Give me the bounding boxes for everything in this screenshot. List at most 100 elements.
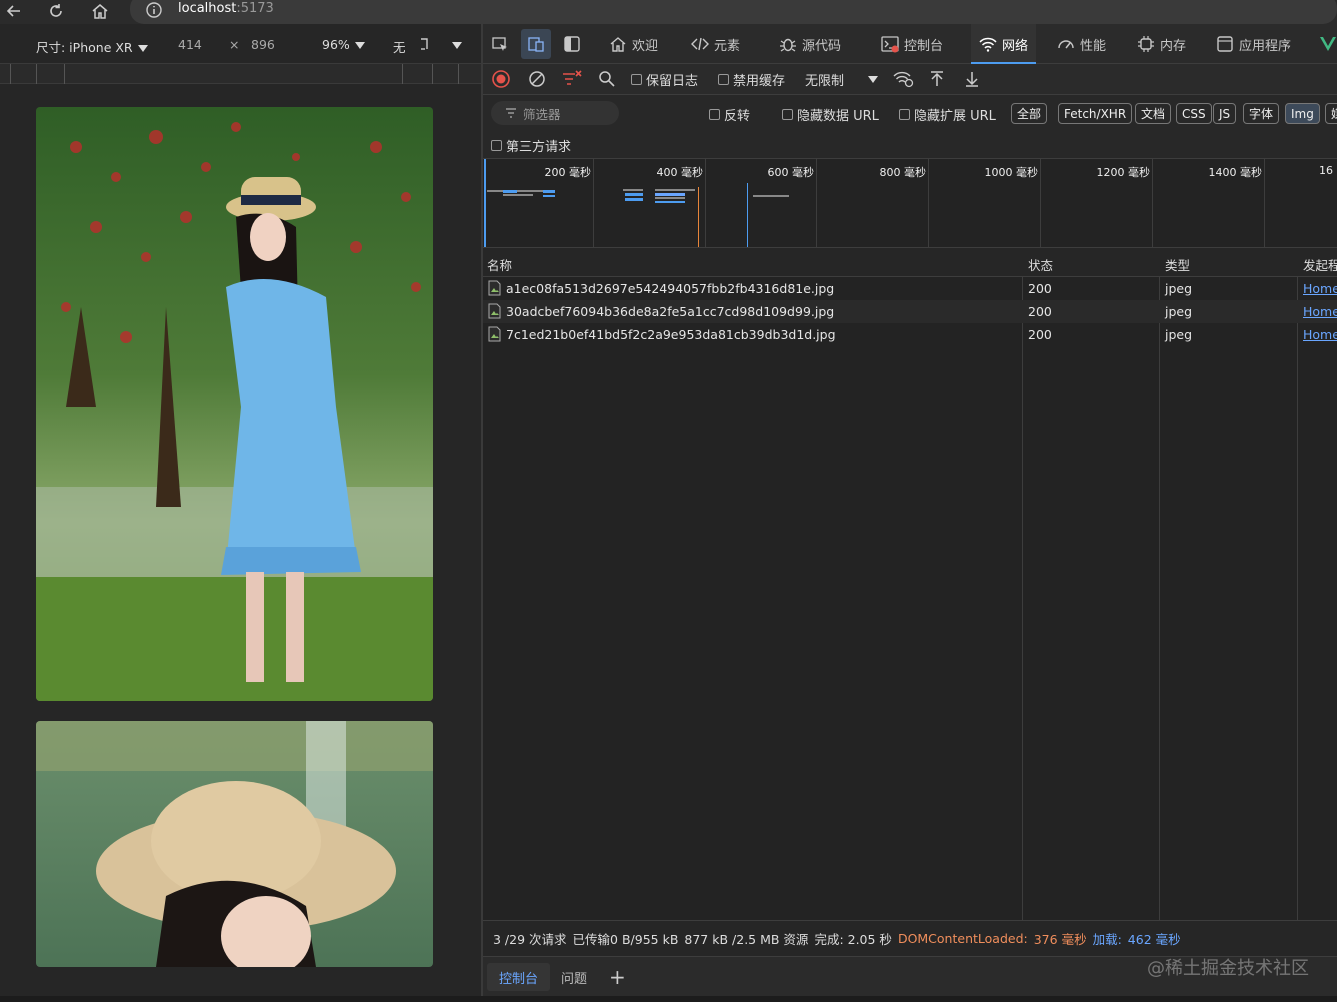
request-status: 200 bbox=[1028, 304, 1052, 319]
column-header-name[interactable]: 名称 bbox=[487, 255, 512, 274]
tab-memory[interactable]: 内存 bbox=[1137, 24, 1186, 64]
home-icon[interactable] bbox=[90, 2, 110, 20]
column-header-status[interactable]: 状态 bbox=[1028, 255, 1053, 274]
height-input[interactable]: 896 bbox=[251, 37, 275, 52]
dock-icon[interactable] bbox=[563, 24, 581, 64]
throttle-select[interactable]: 无 bbox=[393, 37, 406, 56]
reload-icon[interactable] bbox=[46, 2, 66, 20]
checkbox-box[interactable] bbox=[709, 108, 720, 120]
info-icon[interactable] bbox=[144, 2, 164, 20]
request-name: 30adcbef76094b36de8a2fe5a1cc7cd98d109d99… bbox=[506, 304, 835, 319]
type-filter-js[interactable]: JS bbox=[1213, 103, 1237, 124]
type-filter-img[interactable]: Img bbox=[1285, 103, 1320, 124]
initiator-link[interactable]: Home bbox=[1303, 327, 1337, 342]
disable-cache-checkbox[interactable]: 禁用缓存 bbox=[718, 70, 786, 89]
add-tab-button[interactable]: + bbox=[597, 963, 638, 991]
request-name: 7c1ed21b0ef41bd5f2c2a9e953da81cb39db3d1d… bbox=[506, 327, 836, 342]
request-type: jpeg bbox=[1165, 327, 1193, 342]
media-query-ruler bbox=[0, 64, 482, 84]
filter-clear-icon[interactable] bbox=[562, 70, 584, 88]
checkbox-label: 隐藏数据 URL bbox=[797, 108, 879, 124]
checkbox-box[interactable] bbox=[782, 108, 793, 120]
tab-welcome[interactable]: 欢迎 bbox=[609, 24, 658, 64]
width-input[interactable]: 414 bbox=[178, 37, 202, 52]
overview-tick: 1200 毫秒 bbox=[1096, 166, 1151, 179]
hide-data-urls-checkbox[interactable]: 隐藏数据 URL bbox=[782, 105, 879, 124]
overview-tick: 1000 毫秒 bbox=[984, 166, 1039, 179]
chip-icon bbox=[1138, 36, 1154, 52]
filter-input[interactable]: 筛选器 bbox=[491, 101, 619, 125]
rotate-icon[interactable] bbox=[418, 37, 432, 51]
address-bar[interactable] bbox=[130, 0, 1337, 24]
checkbox-label: 禁用缓存 bbox=[733, 73, 786, 89]
clear-icon[interactable] bbox=[528, 70, 546, 88]
search-icon[interactable] bbox=[598, 70, 616, 88]
type-filter-css[interactable]: CSS bbox=[1176, 103, 1212, 124]
type-filter-all[interactable]: 全部 bbox=[1011, 103, 1048, 124]
checkbox-box[interactable] bbox=[718, 73, 729, 85]
network-conditions-icon[interactable] bbox=[893, 70, 915, 88]
image-file-icon bbox=[488, 326, 501, 342]
table-row[interactable]: 30adcbef76094b36de8a2fe5a1cc7cd98d109d99… bbox=[483, 300, 1337, 323]
drawer-tab-issues[interactable]: 问题 bbox=[549, 963, 599, 991]
device-select[interactable]: 尺寸: iPhone XR bbox=[36, 37, 148, 56]
request-initiator[interactable]: Home bbox=[1303, 327, 1337, 342]
zoom-select[interactable]: 96% bbox=[322, 37, 365, 52]
zoom-label: 96% bbox=[322, 37, 350, 52]
request-type: jpeg bbox=[1165, 281, 1193, 296]
invert-checkbox[interactable]: 反转 bbox=[709, 105, 750, 124]
tab-console[interactable]: 控制台 bbox=[881, 24, 943, 64]
tab-label: 应用程序 bbox=[1239, 38, 1292, 54]
request-type: jpeg bbox=[1165, 304, 1193, 319]
checkbox-box[interactable] bbox=[491, 139, 502, 151]
device-toolbar: 尺寸: iPhone XR 414 × 896 96% 无 bbox=[0, 24, 482, 64]
overview-tick: 1400 毫秒 bbox=[1208, 166, 1263, 179]
column-header-type[interactable]: 类型 bbox=[1165, 255, 1190, 274]
third-party-row: 第三方请求 bbox=[483, 131, 1337, 158]
tab-sources[interactable]: 源代码 bbox=[779, 24, 841, 64]
bug-icon bbox=[780, 38, 796, 52]
type-filter-font[interactable]: 字体 bbox=[1243, 103, 1280, 124]
network-overview[interactable]: 200 毫秒 400 毫秒 600 毫秒 800 毫秒 1000 毫秒 1200… bbox=[483, 158, 1337, 248]
vue-icon[interactable] bbox=[1319, 24, 1337, 64]
summary-load-value: 462 毫秒 bbox=[1127, 932, 1181, 947]
type-filter-doc[interactable]: 文档 bbox=[1135, 103, 1172, 124]
download-icon[interactable] bbox=[964, 70, 980, 88]
tab-application[interactable]: 应用程序 bbox=[1216, 24, 1291, 64]
preserve-log-checkbox[interactable]: 保留日志 bbox=[631, 70, 698, 89]
request-initiator[interactable]: Home bbox=[1303, 281, 1337, 296]
checkbox-box[interactable] bbox=[631, 73, 642, 85]
column-header-initiator[interactable]: 发起程 bbox=[1303, 255, 1337, 274]
summary-dcl-label: DOMContentLoaded: bbox=[897, 931, 1028, 946]
initiator-link[interactable]: Home bbox=[1303, 281, 1337, 296]
summary-finish: 完成: 2.05 秒 bbox=[814, 932, 892, 947]
hide-ext-urls-checkbox[interactable]: 隐藏扩展 URL bbox=[899, 105, 996, 124]
summary-resources: 877 kB /2.5 MB 资源 bbox=[684, 932, 809, 947]
record-icon[interactable] bbox=[491, 70, 511, 88]
device-label: 尺寸: iPhone XR bbox=[36, 40, 133, 55]
inspect-icon[interactable] bbox=[491, 24, 509, 64]
tab-network[interactable]: 网络 bbox=[971, 24, 1037, 64]
upload-icon[interactable] bbox=[929, 70, 945, 88]
overview-bars bbox=[484, 159, 789, 247]
network-toolbar: 保留日志 禁用缓存 无限制 bbox=[483, 64, 1337, 95]
checkbox-box[interactable] bbox=[899, 108, 910, 120]
third-party-checkbox[interactable]: 第三方请求 bbox=[491, 136, 571, 155]
filter-icon bbox=[506, 108, 516, 118]
initiator-link[interactable]: Home bbox=[1303, 304, 1337, 319]
table-row[interactable]: 7c1ed21b0ef41bd5f2c2a9e953da81cb39db3d1d… bbox=[483, 323, 1337, 346]
table-row[interactable]: a1ec08fa513d2697e542494057fbb2fb4316d81e… bbox=[483, 277, 1337, 300]
tab-elements[interactable]: 元素 bbox=[691, 24, 740, 64]
tab-label: 性能 bbox=[1080, 38, 1107, 54]
type-filter-fetch-xhr[interactable]: Fetch/XHR bbox=[1058, 103, 1133, 124]
type-filter-media[interactable]: 媒 bbox=[1325, 103, 1337, 124]
drawer-tab-console[interactable]: 控制台 bbox=[487, 963, 551, 991]
request-initiator[interactable]: Home bbox=[1303, 304, 1337, 319]
back-arrow-icon[interactable] bbox=[4, 2, 24, 20]
device-toggle-icon[interactable] bbox=[521, 29, 551, 59]
url-host: localhost bbox=[178, 1, 237, 16]
overview-tick: 16 bbox=[1319, 164, 1333, 177]
more-options-icon[interactable] bbox=[447, 37, 462, 52]
throttling-select[interactable]: 无限制 bbox=[805, 70, 879, 89]
tab-performance[interactable]: 性能 bbox=[1057, 24, 1106, 64]
